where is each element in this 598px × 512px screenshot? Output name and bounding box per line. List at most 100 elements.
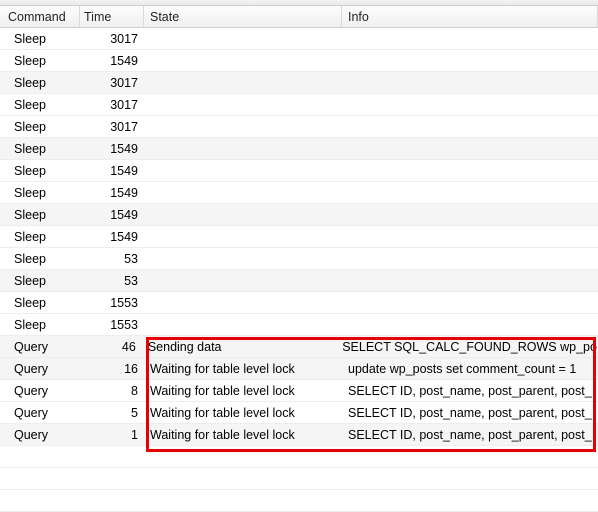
cell-command: Sleep bbox=[0, 94, 80, 115]
cell-state bbox=[144, 72, 342, 93]
cell-time: 1549 bbox=[80, 204, 144, 225]
table-row[interactable]: Query1Waiting for table level lockSELECT… bbox=[0, 424, 598, 446]
cell-info bbox=[342, 94, 598, 115]
table-body: Sleep3017Sleep1549Sleep3017Sleep3017Slee… bbox=[0, 28, 598, 512]
table-row[interactable]: Query8Waiting for table level lockSELECT… bbox=[0, 380, 598, 402]
cell-empty bbox=[342, 490, 598, 511]
cell-state: Waiting for table level lock bbox=[144, 424, 342, 445]
table-row-empty bbox=[0, 468, 598, 490]
table-row[interactable]: Sleep1549 bbox=[0, 226, 598, 248]
col-header-info[interactable]: Info bbox=[342, 6, 598, 27]
cell-time: 3017 bbox=[80, 28, 144, 49]
table-row[interactable]: Sleep3017 bbox=[0, 28, 598, 50]
table-row[interactable]: Sleep1553 bbox=[0, 292, 598, 314]
table-row[interactable]: Sleep53 bbox=[0, 270, 598, 292]
cell-info bbox=[342, 116, 598, 137]
cell-time: 16 bbox=[80, 358, 144, 379]
cell-info bbox=[342, 314, 598, 335]
table-row[interactable]: Sleep53 bbox=[0, 248, 598, 270]
cell-empty bbox=[80, 446, 144, 467]
cell-state: Waiting for table level lock bbox=[144, 380, 342, 401]
cell-state bbox=[144, 94, 342, 115]
cell-time: 1549 bbox=[80, 182, 144, 203]
cell-time: 3017 bbox=[80, 94, 144, 115]
cell-empty bbox=[342, 468, 598, 489]
cell-command: Sleep bbox=[0, 138, 80, 159]
cell-empty bbox=[342, 446, 598, 467]
col-header-state[interactable]: State bbox=[144, 6, 342, 27]
cell-empty bbox=[144, 446, 342, 467]
cell-command: Query bbox=[0, 402, 80, 423]
cell-info: update wp_posts set comment_count = 1 bbox=[342, 358, 598, 379]
table-row[interactable]: Query16Waiting for table level lockupdat… bbox=[0, 358, 598, 380]
cell-state bbox=[144, 292, 342, 313]
cell-command: Sleep bbox=[0, 314, 80, 335]
cell-state: Waiting for table level lock bbox=[144, 358, 342, 379]
cell-command: Sleep bbox=[0, 28, 80, 49]
cell-info bbox=[342, 138, 598, 159]
cell-command: Query bbox=[0, 424, 80, 445]
cell-command: Sleep bbox=[0, 116, 80, 137]
table-row-empty bbox=[0, 490, 598, 512]
cell-state bbox=[144, 270, 342, 291]
cell-state bbox=[144, 182, 342, 203]
cell-time: 8 bbox=[80, 380, 144, 401]
cell-empty bbox=[144, 468, 342, 489]
cell-command: Sleep bbox=[0, 226, 80, 247]
table-row[interactable]: Query5Waiting for table level lockSELECT… bbox=[0, 402, 598, 424]
cell-state bbox=[144, 204, 342, 225]
col-header-time[interactable]: Time bbox=[80, 6, 144, 27]
table-row[interactable]: Sleep3017 bbox=[0, 94, 598, 116]
cell-empty bbox=[0, 446, 80, 467]
cell-command: Sleep bbox=[0, 270, 80, 291]
cell-state bbox=[144, 116, 342, 137]
cell-state bbox=[144, 248, 342, 269]
cell-state bbox=[144, 28, 342, 49]
cell-info bbox=[342, 270, 598, 291]
table-header[interactable]: Command Time State Info bbox=[0, 6, 598, 28]
cell-time: 1549 bbox=[80, 160, 144, 181]
cell-state bbox=[144, 160, 342, 181]
cell-info bbox=[342, 160, 598, 181]
cell-command: Query bbox=[0, 380, 80, 401]
cell-info: SELECT ID, post_name, post_parent, post_ bbox=[342, 424, 598, 445]
cell-empty bbox=[0, 490, 80, 511]
cell-command: Query bbox=[0, 358, 80, 379]
table-row[interactable]: Sleep3017 bbox=[0, 72, 598, 94]
cell-time: 53 bbox=[80, 270, 144, 291]
cell-info bbox=[342, 182, 598, 203]
cell-state bbox=[144, 50, 342, 71]
process-list-panel: Command Time State Info Sleep3017Sleep15… bbox=[0, 0, 598, 512]
cell-info bbox=[342, 72, 598, 93]
cell-time: 1549 bbox=[80, 226, 144, 247]
cell-empty bbox=[80, 490, 144, 511]
cell-command: Query bbox=[0, 336, 79, 357]
table-row[interactable]: Sleep1549 bbox=[0, 50, 598, 72]
cell-time: 3017 bbox=[80, 116, 144, 137]
table-row[interactable]: Sleep1549 bbox=[0, 204, 598, 226]
table-row[interactable]: Sleep3017 bbox=[0, 116, 598, 138]
cell-command: Sleep bbox=[0, 182, 80, 203]
cell-info bbox=[342, 28, 598, 49]
cell-time: 3017 bbox=[80, 72, 144, 93]
cell-empty bbox=[144, 490, 342, 511]
cell-info bbox=[342, 204, 598, 225]
cell-empty bbox=[80, 468, 144, 489]
table-row[interactable]: Sleep1549 bbox=[0, 138, 598, 160]
cell-state bbox=[144, 226, 342, 247]
table-row[interactable]: Sleep1549 bbox=[0, 182, 598, 204]
cell-command: Sleep bbox=[0, 248, 80, 269]
process-table: Command Time State Info Sleep3017Sleep15… bbox=[0, 6, 598, 512]
cell-command: Sleep bbox=[0, 72, 80, 93]
cell-time: 1549 bbox=[80, 50, 144, 71]
cell-info bbox=[342, 226, 598, 247]
cell-info bbox=[342, 50, 598, 71]
cell-time: 53 bbox=[80, 248, 144, 269]
table-row[interactable]: Query46Sending dataSELECT SQL_CALC_FOUND… bbox=[0, 336, 598, 358]
col-header-command[interactable]: Command bbox=[0, 6, 80, 27]
table-row[interactable]: Sleep1553 bbox=[0, 314, 598, 336]
cell-time: 1553 bbox=[80, 292, 144, 313]
cell-info bbox=[342, 292, 598, 313]
cell-info: SELECT SQL_CALC_FOUND_ROWS wp_po bbox=[336, 336, 598, 357]
table-row[interactable]: Sleep1549 bbox=[0, 160, 598, 182]
